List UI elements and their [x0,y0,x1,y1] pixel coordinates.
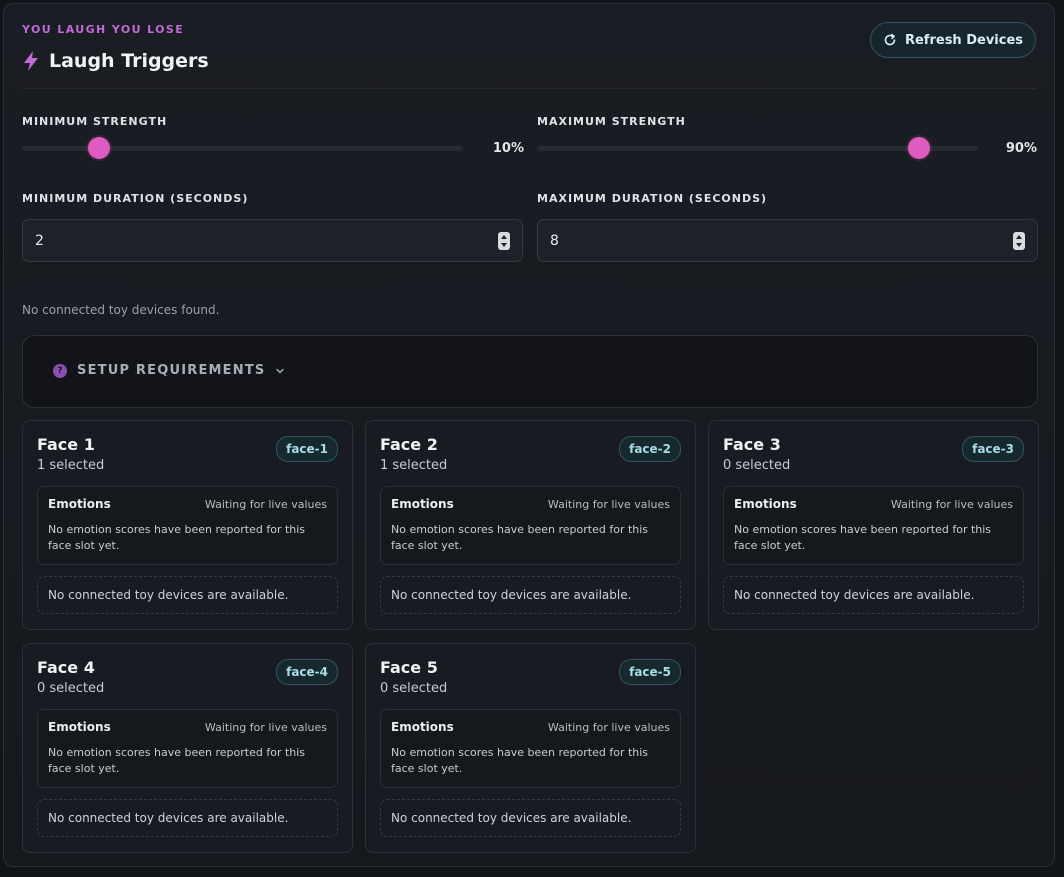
face-card: Face 4 0 selected face-4 Emotions Waitin… [22,643,353,853]
max-strength-value: 90% [1005,141,1037,156]
toy-devices-empty: No connected toy devices are available. [37,799,338,837]
emotions-title: Emotions [734,497,797,511]
chevron-down-icon [276,368,285,374]
refresh-devices-label: Refresh Devices [904,32,1024,48]
emotions-status: Waiting for live values [547,498,670,511]
toy-devices-empty: No connected toy devices are available. [380,576,681,614]
emotions-title: Emotions [48,720,111,734]
max-strength-slider[interactable] [537,137,978,159]
face-name: Face 1 [37,435,95,454]
emotions-title: Emotions [391,720,454,734]
max-duration-label: MAXIMUM DURATION (SECONDS) [537,192,768,205]
face-card: Face 5 0 selected face-5 Emotions Waitin… [365,643,696,853]
face-card: Face 3 0 selected face-3 Emotions Waitin… [708,420,1039,630]
question-icon: ? [53,363,67,378]
emotions-description: No emotion scores have been reported for… [391,746,649,775]
min-strength-slider[interactable] [22,137,463,159]
refresh-devices-button[interactable]: Refresh Devices [870,22,1036,58]
emotions-panel: Emotions Waiting for live values No emot… [723,486,1024,565]
emotions-description: No emotion scores have been reported for… [734,523,992,552]
title-row: Laugh Triggers [22,50,209,72]
emotions-description: No emotion scores have been reported for… [391,523,649,552]
min-duration-input[interactable]: 2 [22,219,523,262]
face-id-badge: face-5 [619,659,681,685]
face-name: Face 2 [380,435,438,454]
setup-requirements-label: SETUP REQUIREMENTS [77,363,266,378]
emotions-panel: Emotions Waiting for live values No emot… [380,486,681,565]
face-selected-count: 0 selected [37,681,105,696]
emotions-description: No emotion scores have been reported for… [48,523,306,552]
toy-devices-empty: No connected toy devices are available. [380,799,681,837]
face-card: Face 1 1 selected face-1 Emotions Waitin… [22,420,353,630]
min-strength-thumb[interactable] [88,137,111,159]
emotions-title: Emotions [48,497,111,511]
face-name: Face 5 [380,658,438,677]
emotions-status: Waiting for live values [547,721,670,734]
min-strength-label: MINIMUM STRENGTH [22,115,168,128]
face-id-badge: face-3 [962,436,1024,462]
emotions-status: Waiting for live values [204,498,327,511]
emotions-description: No emotion scores have been reported for… [48,746,306,775]
face-card: Face 2 1 selected face-2 Emotions Waitin… [365,420,696,630]
setup-requirements-toggle[interactable]: ? SETUP REQUIREMENTS [22,335,1038,408]
emotions-status: Waiting for live values [890,498,1013,511]
emotions-panel: Emotions Waiting for live values No emot… [37,709,338,788]
face-name: Face 4 [37,658,95,677]
emotions-title: Emotions [391,497,454,511]
laugh-triggers-panel: YOU LAUGH YOU LOSE Laugh Triggers Refres… [3,3,1055,867]
header-divider [22,88,1036,89]
face-id-badge: face-1 [276,436,338,462]
face-id-badge: face-4 [276,659,338,685]
emotions-panel: Emotions Waiting for live values No emot… [37,486,338,565]
min-duration-value: 2 [35,232,44,249]
max-duration-input[interactable]: 8 [537,219,1038,262]
face-selected-count: 0 selected [723,458,791,473]
min-duration-label: MINIMUM DURATION (SECONDS) [22,192,249,205]
no-devices-note: No connected toy devices found. [22,303,220,317]
refresh-icon [884,33,896,46]
min-strength-value: 10% [492,141,524,156]
setup-requirements-header: ? SETUP REQUIREMENTS [53,363,285,378]
max-duration-stepper[interactable] [1013,232,1025,250]
max-strength-label: MAXIMUM STRENGTH [537,115,686,128]
max-strength-thumb[interactable] [907,137,930,159]
eyebrow-label: YOU LAUGH YOU LOSE [22,23,185,36]
emotions-status: Waiting for live values [204,721,327,734]
toy-devices-empty: No connected toy devices are available. [37,576,338,614]
toy-devices-empty: No connected toy devices are available. [723,576,1024,614]
face-selected-count: 0 selected [380,681,448,696]
face-name: Face 3 [723,435,781,454]
emotions-panel: Emotions Waiting for live values No emot… [380,709,681,788]
face-id-badge: face-2 [619,436,681,462]
max-duration-value: 8 [550,232,559,249]
lightning-icon [24,51,38,71]
face-selected-count: 1 selected [380,458,448,473]
min-duration-stepper[interactable] [498,232,510,250]
page-title: Laugh Triggers [49,50,209,72]
face-selected-count: 1 selected [37,458,105,473]
